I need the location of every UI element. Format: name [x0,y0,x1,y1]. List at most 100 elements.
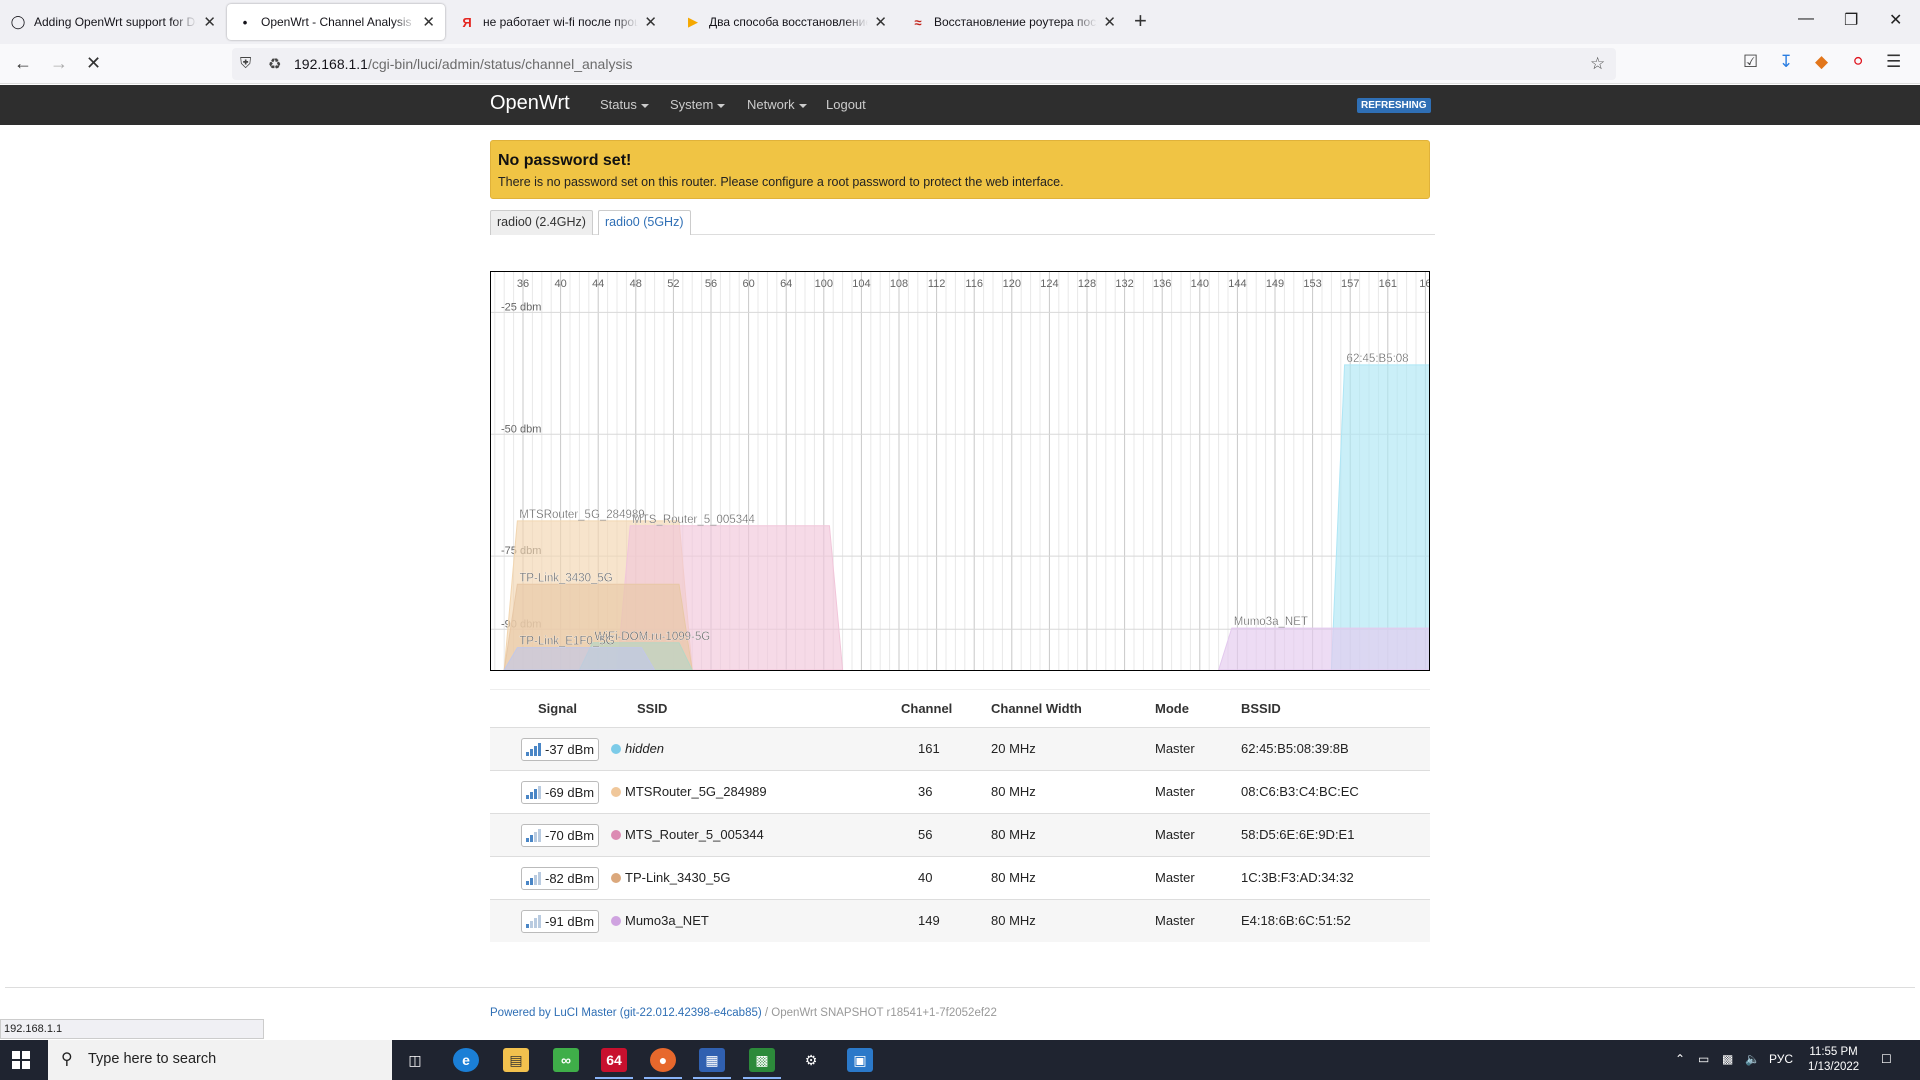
mode-cell: Master [1155,870,1195,885]
close-icon[interactable]: ✕ [203,13,216,31]
hamburger-menu-icon[interactable]: ☰ [1886,52,1901,72]
mode-cell: Master [1155,741,1195,756]
browser-tab-title: OpenWrt - Channel Analysis - LuCI [261,15,416,29]
header-ssid: SSID [637,701,668,716]
channel-tick-label: 149 [1266,278,1284,290]
menu-logout[interactable]: Logout [826,97,866,112]
radio-tabs: radio0 (2.4GHz) radio0 (5GHz) [490,210,1435,235]
window-close-button[interactable]: ✕ [1889,10,1902,30]
close-icon[interactable]: ✕ [644,13,657,31]
stop-loading-button[interactable]: ✕ [86,53,101,74]
settings-gear-icon[interactable]: ⚙ [798,1048,824,1072]
menu-label: Status [600,97,637,112]
notifications-icon[interactable]: ☐ [1881,1052,1892,1066]
ssid-text: Mumo3a_NET [625,913,709,928]
close-icon[interactable]: ✕ [422,13,435,31]
menu-status[interactable]: Status [600,97,649,112]
dbm-tick-label: -25 dbm [501,301,541,313]
footer-divider [5,987,1915,988]
forward-button[interactable]: → [50,53,68,74]
brand-logo[interactable]: OpenWrt [490,92,570,115]
header-channel-width: Channel Width [991,701,1082,716]
channel-tick-label: 56 [705,278,717,290]
tray-device-icon[interactable]: ▩ [1722,1052,1733,1066]
language-indicator[interactable]: РУС [1769,1052,1793,1066]
channel-tick-label: 153 [1303,278,1321,290]
opera-icon[interactable]: ⚪ [1851,52,1865,72]
table-row: -70 dBm MTS_Router_5_005344 56 80 MHz Master… [490,813,1430,856]
start-button[interactable] [12,1051,30,1069]
bssid-cell: 1C:3B:F3:AD:34:32 [1241,870,1354,885]
table-row: -37 dBm hidden 161 20 MHz Master 62:45:B5:08:… [490,727,1430,770]
ssid-cell: MTSRouter_5G_284989 [611,784,767,799]
channel-analysis-chart: -25 dbm-50 dbm-75 dbm-90 dbm364044485256… [490,271,1430,671]
bssid-cell: E4:18:6B:6C:51:52 [1241,913,1351,928]
header-channel: Channel [901,701,953,716]
ssid-text: MTSRouter_5G_284989 [625,784,767,799]
channel-tick-label: 124 [1040,278,1058,290]
network-color-dot [611,916,621,926]
loading-dot-icon: • [242,14,248,30]
metamask-fox-icon[interactable]: ◆ [1815,52,1828,72]
network-app-icon[interactable]: ▦ [693,1048,731,1079]
tray-volume-icon[interactable]: 🔈 [1745,1052,1760,1066]
mode-cell: Master [1155,827,1195,842]
luci-link[interactable]: Powered by LuCI Master (git-22.012.42398… [490,1007,762,1019]
edge-icon[interactable]: e [453,1048,479,1072]
download-icon[interactable]: ↧ [1779,52,1793,72]
menu-system[interactable]: System [670,97,726,112]
menu-network[interactable]: Network [747,97,807,112]
lock-icon[interactable]: ♻ [268,55,281,73]
channel-tick-label: 136 [1153,278,1171,290]
url-path: /cgi-bin/luci/admin/status/channel_analy… [367,56,633,72]
browser-tab[interactable]: ◯ Adding OpenWrt support for D-Link ✕ [0,4,226,40]
pocket-icon[interactable]: ☑ [1743,52,1758,72]
firefox-icon[interactable]: ● [644,1048,682,1079]
browser-tab[interactable]: Я не работает wi-fi после прошивки ✕ [449,4,667,40]
app-green-icon[interactable]: ∞ [553,1048,579,1072]
remote-desktop-icon[interactable]: ▣ [847,1048,873,1072]
channel-tick-label: 144 [1228,278,1246,290]
channel-tick-label: 112 [928,278,946,290]
signal-badge: -37 dBm [521,738,600,761]
width-cell: 80 MHz [991,784,1036,799]
channel-cell: 161 [918,741,940,756]
file-explorer-icon[interactable]: ▤ [503,1048,529,1072]
new-tab-button[interactable]: + [1134,8,1147,34]
task-view-icon[interactable]: ◫ [402,1048,428,1072]
signal-badge: -69 dBm [521,781,600,804]
bssid-cell: 58:D5:6E:6E:9D:E1 [1241,827,1355,842]
signal-value: -69 dBm [545,785,595,800]
channel-tick-label: 116 [965,278,983,290]
menu-label: Logout [826,97,866,112]
signal-bars-icon [526,829,542,842]
minimize-button[interactable]: — [1798,10,1814,28]
browser-tab[interactable]: ≈ Восстановление роутера после ✕ [900,4,1126,40]
width-cell: 80 MHz [991,827,1036,842]
shield-icon[interactable]: ⛨ [240,55,251,72]
refreshing-badge[interactable]: REFRESHING [1357,98,1431,113]
address-bar[interactable]: ⛨ ♻ 192.168.1.1/cgi-bin/luci/admin/statu… [232,48,1616,80]
restore-button[interactable]: ❐ [1844,10,1858,30]
tray-network-icon[interactable]: ▭ [1698,1052,1709,1066]
app-64-icon[interactable]: 64 [595,1048,633,1079]
url-text[interactable]: 192.168.1.1/cgi-bin/luci/admin/status/ch… [294,56,633,72]
back-button[interactable]: ← [14,53,32,74]
browser-tab-active[interactable]: • OpenWrt - Channel Analysis - LuCI ✕ [227,4,445,40]
width-cell: 80 MHz [991,870,1036,885]
network-color-dot [611,744,621,754]
bookmark-star-icon[interactable]: ☆ [1590,54,1605,74]
tray-chevron-up-icon[interactable]: ⌃ [1675,1052,1685,1066]
header-mode: Mode [1155,701,1189,716]
taskbar-clock[interactable]: 11:55 PM 1/13/2022 [1808,1045,1859,1075]
ssid-text: TP-Link_3430_5G [625,870,731,885]
table-row: -69 dBm MTSRouter_5G_284989 36 80 MHz Master… [490,770,1430,813]
tab-radio0-24ghz[interactable]: radio0 (2.4GHz) [490,210,593,235]
footer: Powered by LuCI Master (git-22.012.42398… [490,1007,997,1019]
hardware-app-icon[interactable]: ▩ [743,1048,781,1079]
close-icon[interactable]: ✕ [1103,13,1116,31]
taskbar-search[interactable]: ⚲ Type here to search [48,1040,392,1080]
tab-radio0-5ghz[interactable]: radio0 (5GHz) [598,210,691,235]
browser-tab[interactable]: ▶ Два способа восстановление роутера ✕ [675,4,897,40]
close-icon[interactable]: ✕ [874,13,887,31]
